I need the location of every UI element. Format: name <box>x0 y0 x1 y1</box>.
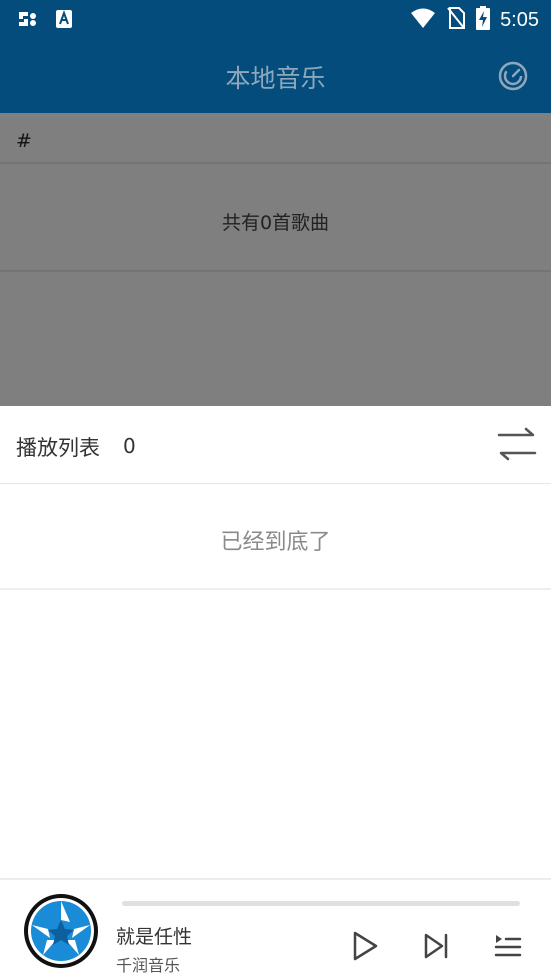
mini-player[interactable]: 就是任性 千润音乐 <box>0 878 551 979</box>
progress-bar[interactable] <box>122 901 520 906</box>
play-button[interactable] <box>350 930 380 962</box>
song-list-dimmed[interactable]: # 共有0首歌曲 <box>0 113 551 406</box>
album-logo-icon <box>24 894 98 968</box>
playlist-header: 播放列表 0 <box>0 406 551 484</box>
playlist-sheet: 播放列表 0 已经到底了 <box>0 406 551 878</box>
status-left-icons <box>16 8 74 34</box>
app-bar: 本地音乐 <box>0 38 551 113</box>
status-right-icons: 5:05 <box>410 6 539 34</box>
album-art[interactable] <box>22 892 100 970</box>
next-icon <box>424 933 448 959</box>
end-of-list-row: 已经到底了 <box>0 484 551 590</box>
app-notification-icon <box>16 8 40 34</box>
song-count-text: 共有0首歌曲 <box>221 212 330 234</box>
end-of-list-text: 已经到底了 <box>220 530 331 555</box>
queue-icon <box>494 935 522 957</box>
status-time: 5:05 <box>500 8 539 31</box>
playlist-count: 0 <box>123 434 136 458</box>
battery-charging-icon <box>476 6 491 34</box>
no-sim-icon <box>446 6 466 34</box>
song-count-row: 共有0首歌曲 <box>0 166 551 272</box>
shuffle-icon <box>497 427 537 461</box>
queue-button[interactable] <box>493 930 523 962</box>
section-letter: # <box>16 130 32 152</box>
playlist-title: 播放列表 <box>16 436 100 460</box>
song-artist: 千润音乐 <box>116 956 181 975</box>
store-notification-icon <box>54 8 74 34</box>
gauge-icon <box>498 61 528 91</box>
next-button[interactable] <box>421 930 451 962</box>
play-icon <box>353 931 378 961</box>
shuffle-button[interactable] <box>497 426 537 462</box>
gauge-button[interactable] <box>497 60 529 92</box>
status-bar: 5:05 <box>0 0 551 38</box>
section-header: # <box>0 113 551 164</box>
song-title: 就是任性 <box>116 926 193 948</box>
wifi-icon <box>410 7 436 33</box>
page-title: 本地音乐 <box>225 64 326 93</box>
